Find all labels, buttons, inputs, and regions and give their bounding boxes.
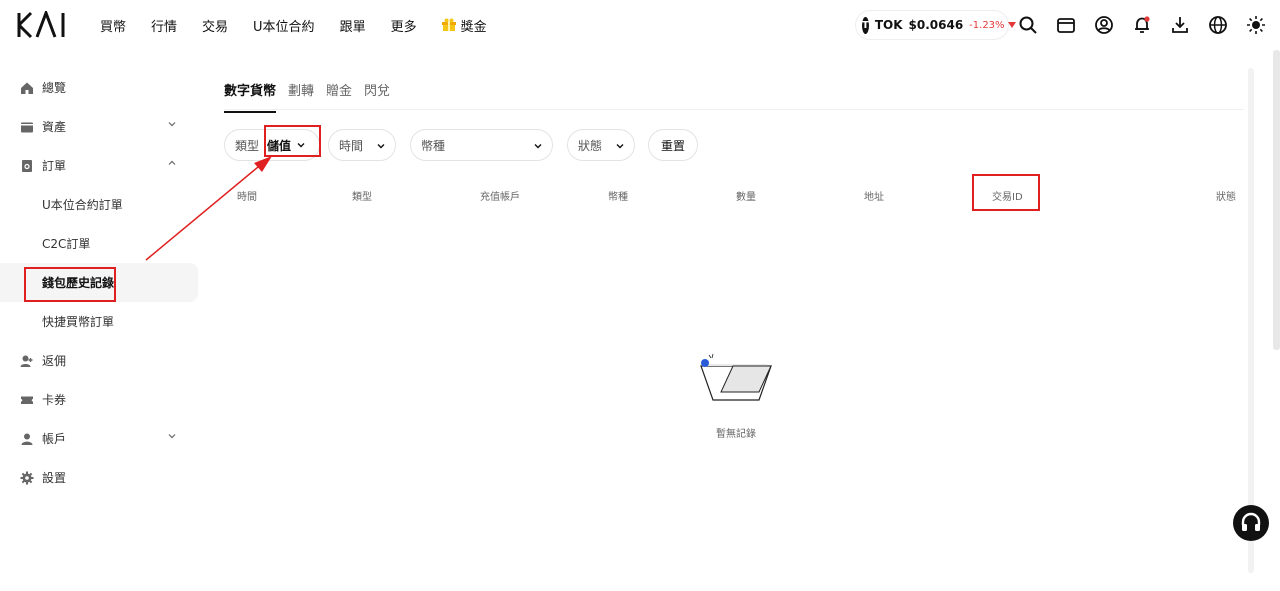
column-header-amount: 數量 bbox=[736, 192, 756, 203]
sidebar-item-label: 卡券 bbox=[42, 393, 67, 407]
home-icon bbox=[21, 82, 33, 94]
main-nav: 買幣 行情 交易 U本位合約 跟單 更多 獎金 bbox=[100, 0, 512, 50]
sidebar-item-label: 訂單 bbox=[42, 159, 67, 173]
tok-logo-icon: T bbox=[862, 16, 869, 34]
order-icon bbox=[22, 159, 32, 172]
sidebar-item-assets[interactable]: 資產 bbox=[0, 107, 200, 146]
gear-icon bbox=[20, 471, 34, 484]
sidebar-item-referral[interactable]: 返佣 bbox=[0, 341, 200, 380]
status-select[interactable]: 狀態 bbox=[567, 129, 635, 161]
search-icon[interactable] bbox=[1018, 15, 1038, 35]
user-icon bbox=[21, 433, 33, 445]
theme-sun-icon[interactable] bbox=[1246, 15, 1266, 35]
nav-trade[interactable]: 交易 bbox=[202, 16, 228, 35]
coin-select[interactable]: 幣種 bbox=[410, 129, 553, 161]
wallet-icon[interactable] bbox=[1056, 15, 1076, 35]
bell-icon[interactable] bbox=[1132, 15, 1152, 35]
globe-icon[interactable] bbox=[1208, 15, 1228, 35]
download-icon[interactable] bbox=[1170, 15, 1190, 35]
sidebar-item-overview[interactable]: 總覽 bbox=[0, 68, 200, 107]
sidebar-item-label: 快捷買幣訂單 bbox=[42, 315, 115, 329]
sidebar-item-label: C2C訂單 bbox=[42, 237, 91, 251]
chevron-down-icon bbox=[168, 434, 176, 439]
sidebar-item-label: 帳戶 bbox=[42, 432, 67, 446]
annotation-arrow bbox=[145, 156, 272, 261]
nav-usdt-futures[interactable]: U本位合約 bbox=[253, 16, 315, 35]
chevron-down-icon bbox=[534, 144, 542, 149]
ticker-change: -1.23% bbox=[969, 19, 1005, 31]
annotation-box-wallet-history bbox=[24, 267, 116, 302]
column-header-deposit-account: 充值帳戶 bbox=[480, 192, 520, 203]
sidebar-item-label: 資產 bbox=[42, 120, 67, 134]
chevron-down-icon bbox=[616, 144, 624, 149]
nav-rewards[interactable]: 獎金 bbox=[441, 16, 487, 35]
ticker-price: $0.0646 bbox=[908, 18, 964, 32]
nav-rewards-label: 獎金 bbox=[460, 19, 487, 35]
sidebar-item-label: U本位合約訂單 bbox=[42, 198, 123, 212]
coin-select-placeholder: 幣種 bbox=[421, 138, 446, 153]
empty-state-text: 暫無記錄 bbox=[716, 429, 756, 440]
column-header-address: 地址 bbox=[864, 192, 884, 203]
content-scrollbar[interactable] bbox=[1248, 68, 1254, 573]
column-header-status: 狀態 bbox=[1216, 192, 1236, 203]
kai-logo[interactable] bbox=[17, 11, 75, 39]
time-select[interactable]: 時間 bbox=[328, 129, 396, 161]
nav-markets[interactable]: 行情 bbox=[151, 16, 177, 35]
wallet-icon bbox=[21, 122, 33, 132]
sidebar-item-coupons[interactable]: 卡券 bbox=[0, 380, 200, 419]
reset-button[interactable]: 重置 bbox=[648, 129, 698, 161]
referral-icon bbox=[20, 355, 33, 367]
page-scrollbar[interactable] bbox=[1273, 50, 1280, 350]
time-select-placeholder: 時間 bbox=[339, 138, 364, 153]
status-select-placeholder: 狀態 bbox=[578, 138, 603, 153]
down-arrow-icon bbox=[1007, 22, 1016, 28]
sidebar-item-account[interactable]: 帳戶 bbox=[0, 419, 200, 458]
customer-support-button[interactable] bbox=[1233, 505, 1269, 541]
annotation-box-transaction-id bbox=[972, 174, 1040, 211]
sidebar-item-quick-buy-orders[interactable]: 快捷買幣訂單 bbox=[0, 302, 200, 341]
ticket-icon bbox=[21, 396, 33, 404]
nav-buy-crypto[interactable]: 買幣 bbox=[100, 16, 126, 35]
sidebar-item-label: 返佣 bbox=[42, 354, 67, 368]
column-header-type: 類型 bbox=[352, 192, 372, 203]
empty-box-icon bbox=[700, 353, 772, 401]
tok-ticker[interactable]: T TOK $0.0646 -1.23% bbox=[856, 11, 1016, 39]
top-bar: 買幣 行情 交易 U本位合約 跟單 更多 獎金 T TOK $0.0646 -1… bbox=[0, 0, 1280, 50]
sidebar-item-label: 設置 bbox=[42, 471, 67, 485]
column-header-coin: 幣種 bbox=[608, 192, 628, 203]
headset-icon bbox=[1241, 512, 1261, 531]
gift-icon bbox=[441, 18, 456, 31]
nav-more[interactable]: 更多 bbox=[391, 16, 417, 35]
sidebar-item-settings[interactable]: 設置 bbox=[0, 458, 200, 497]
chevron-down-icon bbox=[168, 122, 176, 127]
account-icon[interactable] bbox=[1094, 15, 1114, 35]
sidebar-item-label: 總覽 bbox=[42, 81, 67, 95]
nav-copy-trading[interactable]: 跟單 bbox=[340, 16, 366, 35]
ticker-symbol: TOK bbox=[874, 18, 903, 32]
tabs-divider bbox=[224, 109, 1244, 110]
chevron-down-icon bbox=[377, 144, 385, 149]
